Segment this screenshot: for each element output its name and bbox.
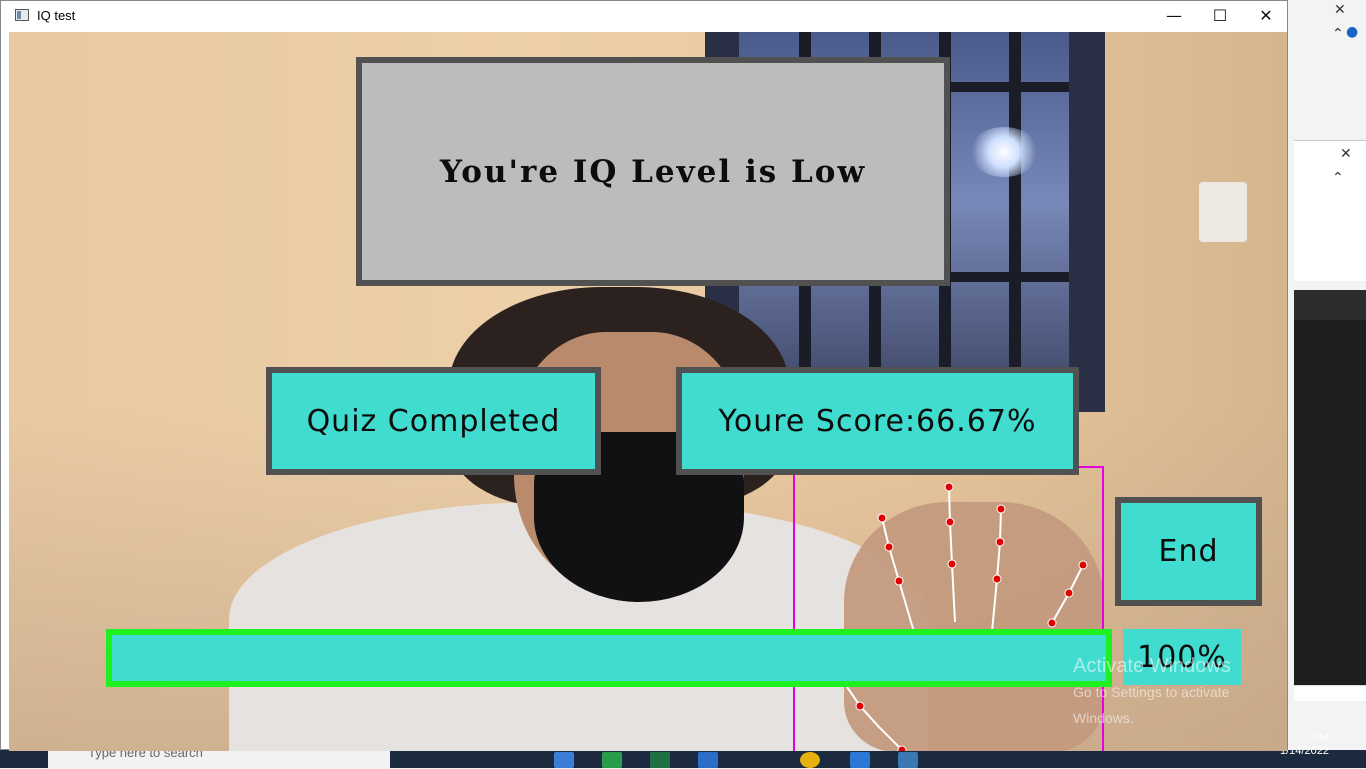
background-collapse-icon[interactable]: ⌃	[1332, 26, 1344, 42]
finger-line	[881, 517, 915, 633]
watermark-subtitle: Go to Settings to activate Windows.	[1073, 684, 1230, 726]
landmark-dot	[1047, 618, 1057, 628]
background-pane-collapse-icon[interactable]: ⌃	[1332, 170, 1344, 186]
end-button-label: End	[1158, 534, 1219, 569]
window-title: IQ test	[37, 8, 76, 23]
maximize-button[interactable]: ☐	[1197, 1, 1243, 31]
taskbar-search-box[interactable]: Type here to search	[48, 745, 390, 769]
score-box: Youre Score:66.67%	[676, 367, 1079, 475]
score-text: Youre Score:66.67%	[718, 403, 1037, 439]
landmark-dot	[894, 576, 904, 586]
quiz-status-text: Quiz Completed	[306, 403, 561, 439]
iq-test-window: IQ test — ☐ ✕ You're IQ Level is Low Qui…	[0, 0, 1288, 751]
background-scrollbar[interactable]	[1294, 685, 1366, 701]
landmark-dot	[1078, 560, 1088, 570]
landmark-dot	[996, 504, 1006, 514]
help-icon[interactable]: ●	[1346, 24, 1358, 40]
background-code-editor	[1294, 290, 1366, 690]
taskbar-app-icon[interactable]	[698, 752, 718, 768]
iq-result-text: You're IQ Level is Low	[439, 153, 867, 190]
taskbar-chrome-icon[interactable]	[800, 752, 820, 768]
taskbar-app-icon[interactable]	[602, 752, 622, 768]
landmark-dot	[855, 701, 865, 711]
taskbar-vscode-icon[interactable]	[850, 752, 870, 768]
landmark-dot	[945, 517, 955, 527]
background-editor-toolbar	[1294, 290, 1366, 320]
landmark-dot	[995, 537, 1005, 547]
minimize-button[interactable]: —	[1151, 1, 1197, 31]
landmark-dot	[1064, 588, 1074, 598]
landmark-dot	[944, 482, 954, 492]
taskbar: Type here to search PM 1/14/2022	[0, 732, 1366, 769]
quiz-status-box: Quiz Completed	[266, 367, 601, 475]
finger-line	[846, 686, 903, 751]
app-icon	[15, 9, 29, 21]
progress-bar-fill	[112, 635, 1106, 681]
landmark-dot	[992, 574, 1002, 584]
taskbar-app-icon[interactable]	[554, 752, 574, 768]
progress-bar	[106, 629, 1112, 687]
end-button[interactable]: End	[1115, 497, 1262, 606]
landmark-dot	[884, 542, 894, 552]
taskbar-python-icon[interactable]	[898, 752, 918, 768]
activate-windows-watermark: Activate Windows Go to Settings to activ…	[1073, 653, 1287, 731]
hand-landmarks	[855, 482, 1088, 751]
background-pane-close-icon[interactable]: ✕	[1340, 146, 1352, 162]
watermark-title: Activate Windows	[1073, 655, 1231, 677]
close-button[interactable]: ✕	[1243, 1, 1289, 31]
background-desktop: ✕ ⌃ ● ✕ ⌃	[1288, 0, 1366, 768]
background-window-pane	[1294, 140, 1366, 281]
title-bar[interactable]: IQ test — ☐ ✕	[1, 1, 1287, 31]
finger-line	[948, 486, 956, 623]
finger-line	[991, 508, 1002, 633]
iq-result-panel: You're IQ Level is Low	[356, 57, 950, 286]
landmark-dot	[947, 559, 957, 569]
landmark-dot	[897, 745, 907, 751]
landmark-dot	[877, 513, 887, 523]
hand-skeleton	[846, 486, 1084, 751]
taskbar-app-icon[interactable]	[650, 752, 670, 768]
hand-bounding-box	[793, 466, 1104, 751]
background-close-icon[interactable]: ✕	[1334, 2, 1346, 18]
